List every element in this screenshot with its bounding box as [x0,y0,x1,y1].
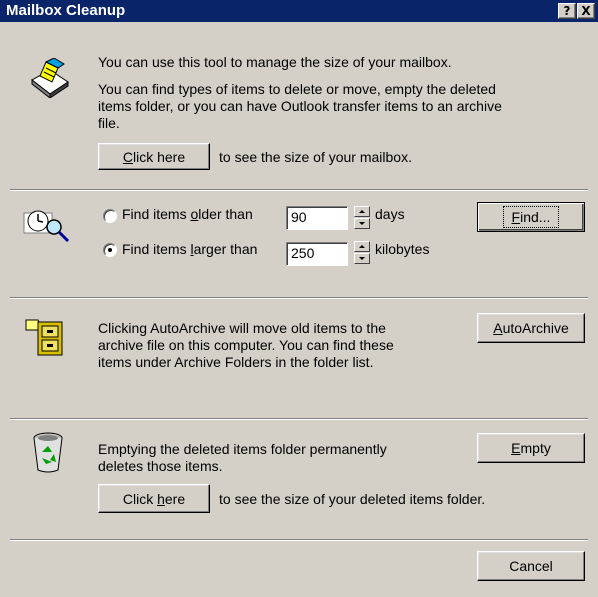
larger-than-spin-up[interactable] [354,241,370,252]
deleted-size-caption: to see the size of your deleted items fo… [219,491,486,507]
window-title: Mailbox Cleanup [6,2,126,19]
autoarchive-button-label: AutoArchive [493,320,569,336]
deleted-text-line-2: deletes those items. [98,458,223,474]
intro-line-2: You can find types of items to delete or… [98,81,496,97]
older-than-spin-up[interactable] [354,206,370,217]
intro-line-3: items folder, or you can have Outlook tr… [98,98,502,114]
larger-than-spinner[interactable] [354,241,370,265]
archive-text-line-1: Clicking AutoArchive will move old items… [98,320,386,336]
recycle-bin-icon [33,432,63,473]
days-unit-label: days [375,206,405,222]
larger-than-radio-dot [108,248,112,252]
separator-4 [10,539,588,541]
archive-cabinet-icon [25,319,63,356]
mailbox-size-button[interactable]: Click here [98,143,210,170]
empty-button-mnemonic: E [511,440,521,456]
intro-line-1: You can use this tool to manage the size… [98,54,452,70]
larger-than-label-pre: Find items [122,241,191,257]
archive-text-line-2: archive file on this computer. You can f… [98,337,394,353]
mailbox-size-caption: to see the size of your mailbox. [219,149,412,165]
empty-button-label: Empty [511,440,551,456]
autoarchive-button-rest: utoArchive [502,320,569,336]
separator-1 [10,189,588,191]
larger-than-spin-down[interactable] [354,253,370,264]
deleted-size-button-rest: ere [164,490,186,507]
separator-2 [10,297,588,299]
older-than-label-post: lder than [198,206,253,222]
cancel-button[interactable]: Cancel [477,551,585,581]
deleted-size-button-label: Click here [123,491,185,507]
mailbox-size-button-label: Click here [123,149,185,165]
find-clock-magnifier-icon [23,210,70,243]
help-button[interactable]: ? [558,3,576,19]
separator-3 [10,418,588,420]
archive-text-line-3: items under Archive Folders in the folde… [98,354,374,370]
deleted-size-button[interactable]: Click here [98,484,210,513]
mailbox-size-button-mnemonic: C [122,148,133,165]
intro-line-4: file. [98,115,120,131]
autoarchive-button[interactable]: AutoArchive [477,313,585,343]
older-than-label-pre: Find items [122,206,191,222]
deleted-size-button-pre: Click [122,490,158,507]
find-button-label: Find... [502,206,560,228]
older-than-radio[interactable] [103,209,117,223]
mailbox-size-button-rest: lick here [132,148,186,165]
deleted-text-line-1: Emptying the deleted items folder perman… [98,441,387,457]
mailbox-cleanup-icon [31,58,69,98]
older-than-days-input[interactable]: 90 [286,206,348,230]
empty-button-rest: mpty [520,440,551,456]
mailbox-cleanup-dialog: Mailbox Cleanup ? X You can use this too… [0,0,598,597]
find-button[interactable]: Find... [477,202,585,232]
find-button-rest: ind... [520,209,551,225]
deleted-size-button-mnemonic: h [157,490,165,507]
larger-than-kb-input[interactable]: 250 [286,242,348,266]
larger-than-label-post: arger than [193,241,258,257]
empty-button[interactable]: Empty [477,433,585,463]
larger-than-radio[interactable] [103,243,117,257]
close-button[interactable]: X [577,3,595,19]
older-than-spin-down[interactable] [354,218,370,229]
larger-than-label[interactable]: Find items larger than [122,241,257,258]
older-than-spinner[interactable] [354,206,370,230]
autoarchive-button-mnemonic: A [493,320,503,336]
title-bar[interactable]: Mailbox Cleanup ? X [0,0,598,22]
older-than-label[interactable]: Find items older than [122,206,253,223]
find-button-mnemonic: F [511,209,521,225]
kilobytes-unit-label: kilobytes [375,241,430,257]
